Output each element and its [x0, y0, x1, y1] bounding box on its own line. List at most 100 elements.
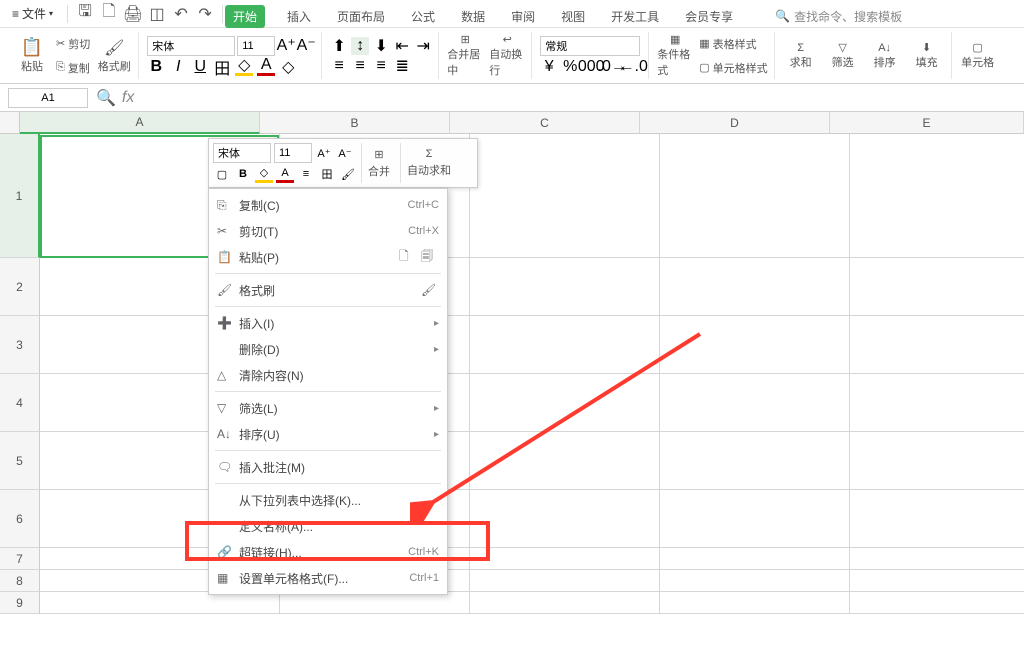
align-right-icon[interactable]: ≡: [372, 57, 390, 75]
conditional-format-button[interactable]: ▦条件格式: [657, 32, 693, 80]
cell[interactable]: [470, 374, 660, 432]
column-header-A[interactable]: A: [20, 112, 260, 134]
border-icon[interactable]: 田: [213, 58, 231, 76]
mini-font-name[interactable]: [213, 143, 271, 163]
mini-increase-font-icon[interactable]: A⁺: [315, 144, 333, 162]
cell[interactable]: [660, 570, 850, 592]
increase-font-icon[interactable]: A⁺: [277, 36, 295, 54]
cell[interactable]: [470, 570, 660, 592]
ctx-insert[interactable]: ➕插入(I)▸: [209, 310, 447, 336]
ctx-comment[interactable]: 🗨插入批注(M): [209, 454, 447, 480]
ctx-delete[interactable]: 删除(D)▸: [209, 336, 447, 362]
mini-bold-icon[interactable]: B: [234, 165, 252, 183]
mini-decrease-font-icon[interactable]: A⁻: [336, 144, 354, 162]
filter-button[interactable]: ▽筛选: [825, 32, 861, 80]
zoom-icon[interactable]: 🔍: [96, 88, 116, 108]
format-painter-button[interactable]: 🖌 格式刷: [96, 32, 132, 80]
cell[interactable]: [850, 316, 1024, 374]
cell[interactable]: [850, 258, 1024, 316]
cell[interactable]: [850, 570, 1024, 592]
mini-border-icon[interactable]: 田: [318, 165, 336, 183]
indent-increase-icon[interactable]: ⇥: [414, 37, 432, 55]
clear-format-icon[interactable]: ◇: [279, 58, 297, 76]
cell[interactable]: [470, 432, 660, 490]
ctx-cut[interactable]: ✂剪切(T)Ctrl+X: [209, 218, 447, 244]
justify-icon[interactable]: ≣: [393, 57, 411, 75]
mini-format-icon[interactable]: ▢: [213, 165, 231, 183]
cell[interactable]: [660, 134, 850, 258]
currency-icon[interactable]: ¥: [540, 58, 558, 76]
fill-button[interactable]: ⬇填充: [909, 32, 945, 80]
mini-format-painter-icon[interactable]: 🖌: [339, 165, 357, 183]
cell[interactable]: [850, 548, 1024, 570]
row-header-4[interactable]: 4: [0, 374, 40, 432]
percent-icon[interactable]: %: [561, 58, 579, 76]
cell[interactable]: [850, 134, 1024, 258]
ctx-format-painter[interactable]: 🖌格式刷🖌: [209, 277, 447, 303]
cut-button[interactable]: ✂剪切: [56, 33, 90, 55]
decrease-decimal-icon[interactable]: ←.0: [624, 58, 642, 76]
paste-special-icon[interactable]: 🗋: [399, 247, 417, 268]
column-header-C[interactable]: C: [450, 112, 640, 134]
wrap-button[interactable]: ↩自动换行: [489, 32, 525, 80]
cell[interactable]: [660, 548, 850, 570]
cell[interactable]: [470, 134, 660, 258]
tab-data[interactable]: 数据: [457, 5, 489, 28]
name-box[interactable]: [8, 88, 88, 108]
ctx-clear[interactable]: △清除内容(N): [209, 362, 447, 388]
row-header-9[interactable]: 9: [0, 592, 40, 614]
cell-button[interactable]: ▢单元格: [960, 32, 996, 80]
align-left-icon[interactable]: ≡: [330, 57, 348, 75]
cell[interactable]: [280, 592, 470, 614]
ctx-copy[interactable]: ⎘复制(C)Ctrl+C: [209, 192, 447, 218]
bold-icon[interactable]: B: [147, 58, 165, 76]
font-size-select[interactable]: [237, 36, 275, 56]
mini-fill-color-icon[interactable]: ◇: [255, 165, 273, 183]
tab-dev[interactable]: 开发工具: [607, 5, 663, 28]
column-header-D[interactable]: D: [640, 112, 830, 134]
tab-layout[interactable]: 页面布局: [333, 5, 389, 28]
sort-button[interactable]: A↓排序: [867, 32, 903, 80]
command-search[interactable]: 🔍 查找命令、搜索模板: [775, 8, 902, 25]
select-all-corner[interactable]: [0, 112, 20, 134]
cell[interactable]: [850, 432, 1024, 490]
cell[interactable]: [470, 592, 660, 614]
tab-review[interactable]: 审阅: [507, 5, 539, 28]
paste-button[interactable]: 📋 粘贴: [14, 32, 50, 80]
underline-icon[interactable]: U: [191, 58, 209, 76]
copy-button[interactable]: ⎘复制: [56, 57, 90, 79]
decrease-font-icon[interactable]: A⁻: [297, 36, 315, 54]
brush-extra-icon[interactable]: 🖌: [421, 283, 439, 297]
mini-font-size[interactable]: [274, 143, 312, 163]
ctx-format-cells[interactable]: ▦设置单元格格式(F)...Ctrl+1: [209, 565, 447, 591]
cell[interactable]: [40, 592, 280, 614]
cell-style-button[interactable]: ▢单元格样式: [699, 57, 767, 79]
align-bottom-icon[interactable]: ⬇: [372, 37, 390, 55]
cell[interactable]: [470, 548, 660, 570]
ctx-hyperlink[interactable]: 🔗超链接(H)...Ctrl+K: [209, 539, 447, 565]
mini-font-color-icon[interactable]: A: [276, 165, 294, 183]
tab-insert[interactable]: 插入: [283, 5, 315, 28]
tab-start[interactable]: 开始: [225, 5, 265, 28]
mini-merge-button[interactable]: ⊞ 合并: [361, 143, 396, 183]
column-header-E[interactable]: E: [830, 112, 1024, 134]
align-middle-icon[interactable]: ↕: [351, 37, 369, 55]
cell[interactable]: [660, 490, 850, 548]
row-header-7[interactable]: 7: [0, 548, 40, 570]
cell[interactable]: [660, 592, 850, 614]
cell[interactable]: [850, 374, 1024, 432]
formula-input[interactable]: [142, 88, 1016, 108]
ctx-dropdown-list[interactable]: 从下拉列表中选择(K)...: [209, 487, 447, 513]
align-top-icon[interactable]: ⬆: [330, 37, 348, 55]
fill-color-icon[interactable]: ◇: [235, 58, 253, 76]
row-header-6[interactable]: 6: [0, 490, 40, 548]
font-name-select[interactable]: [147, 36, 235, 56]
cell[interactable]: [470, 490, 660, 548]
cell[interactable]: [850, 490, 1024, 548]
ctx-sort[interactable]: A↓排序(U)▸: [209, 421, 447, 447]
mini-align-icon[interactable]: ≡: [297, 165, 315, 183]
row-header-3[interactable]: 3: [0, 316, 40, 374]
ctx-filter[interactable]: ▽筛选(L)▸: [209, 395, 447, 421]
row-header-1[interactable]: 1: [0, 134, 40, 258]
cell[interactable]: [660, 374, 850, 432]
